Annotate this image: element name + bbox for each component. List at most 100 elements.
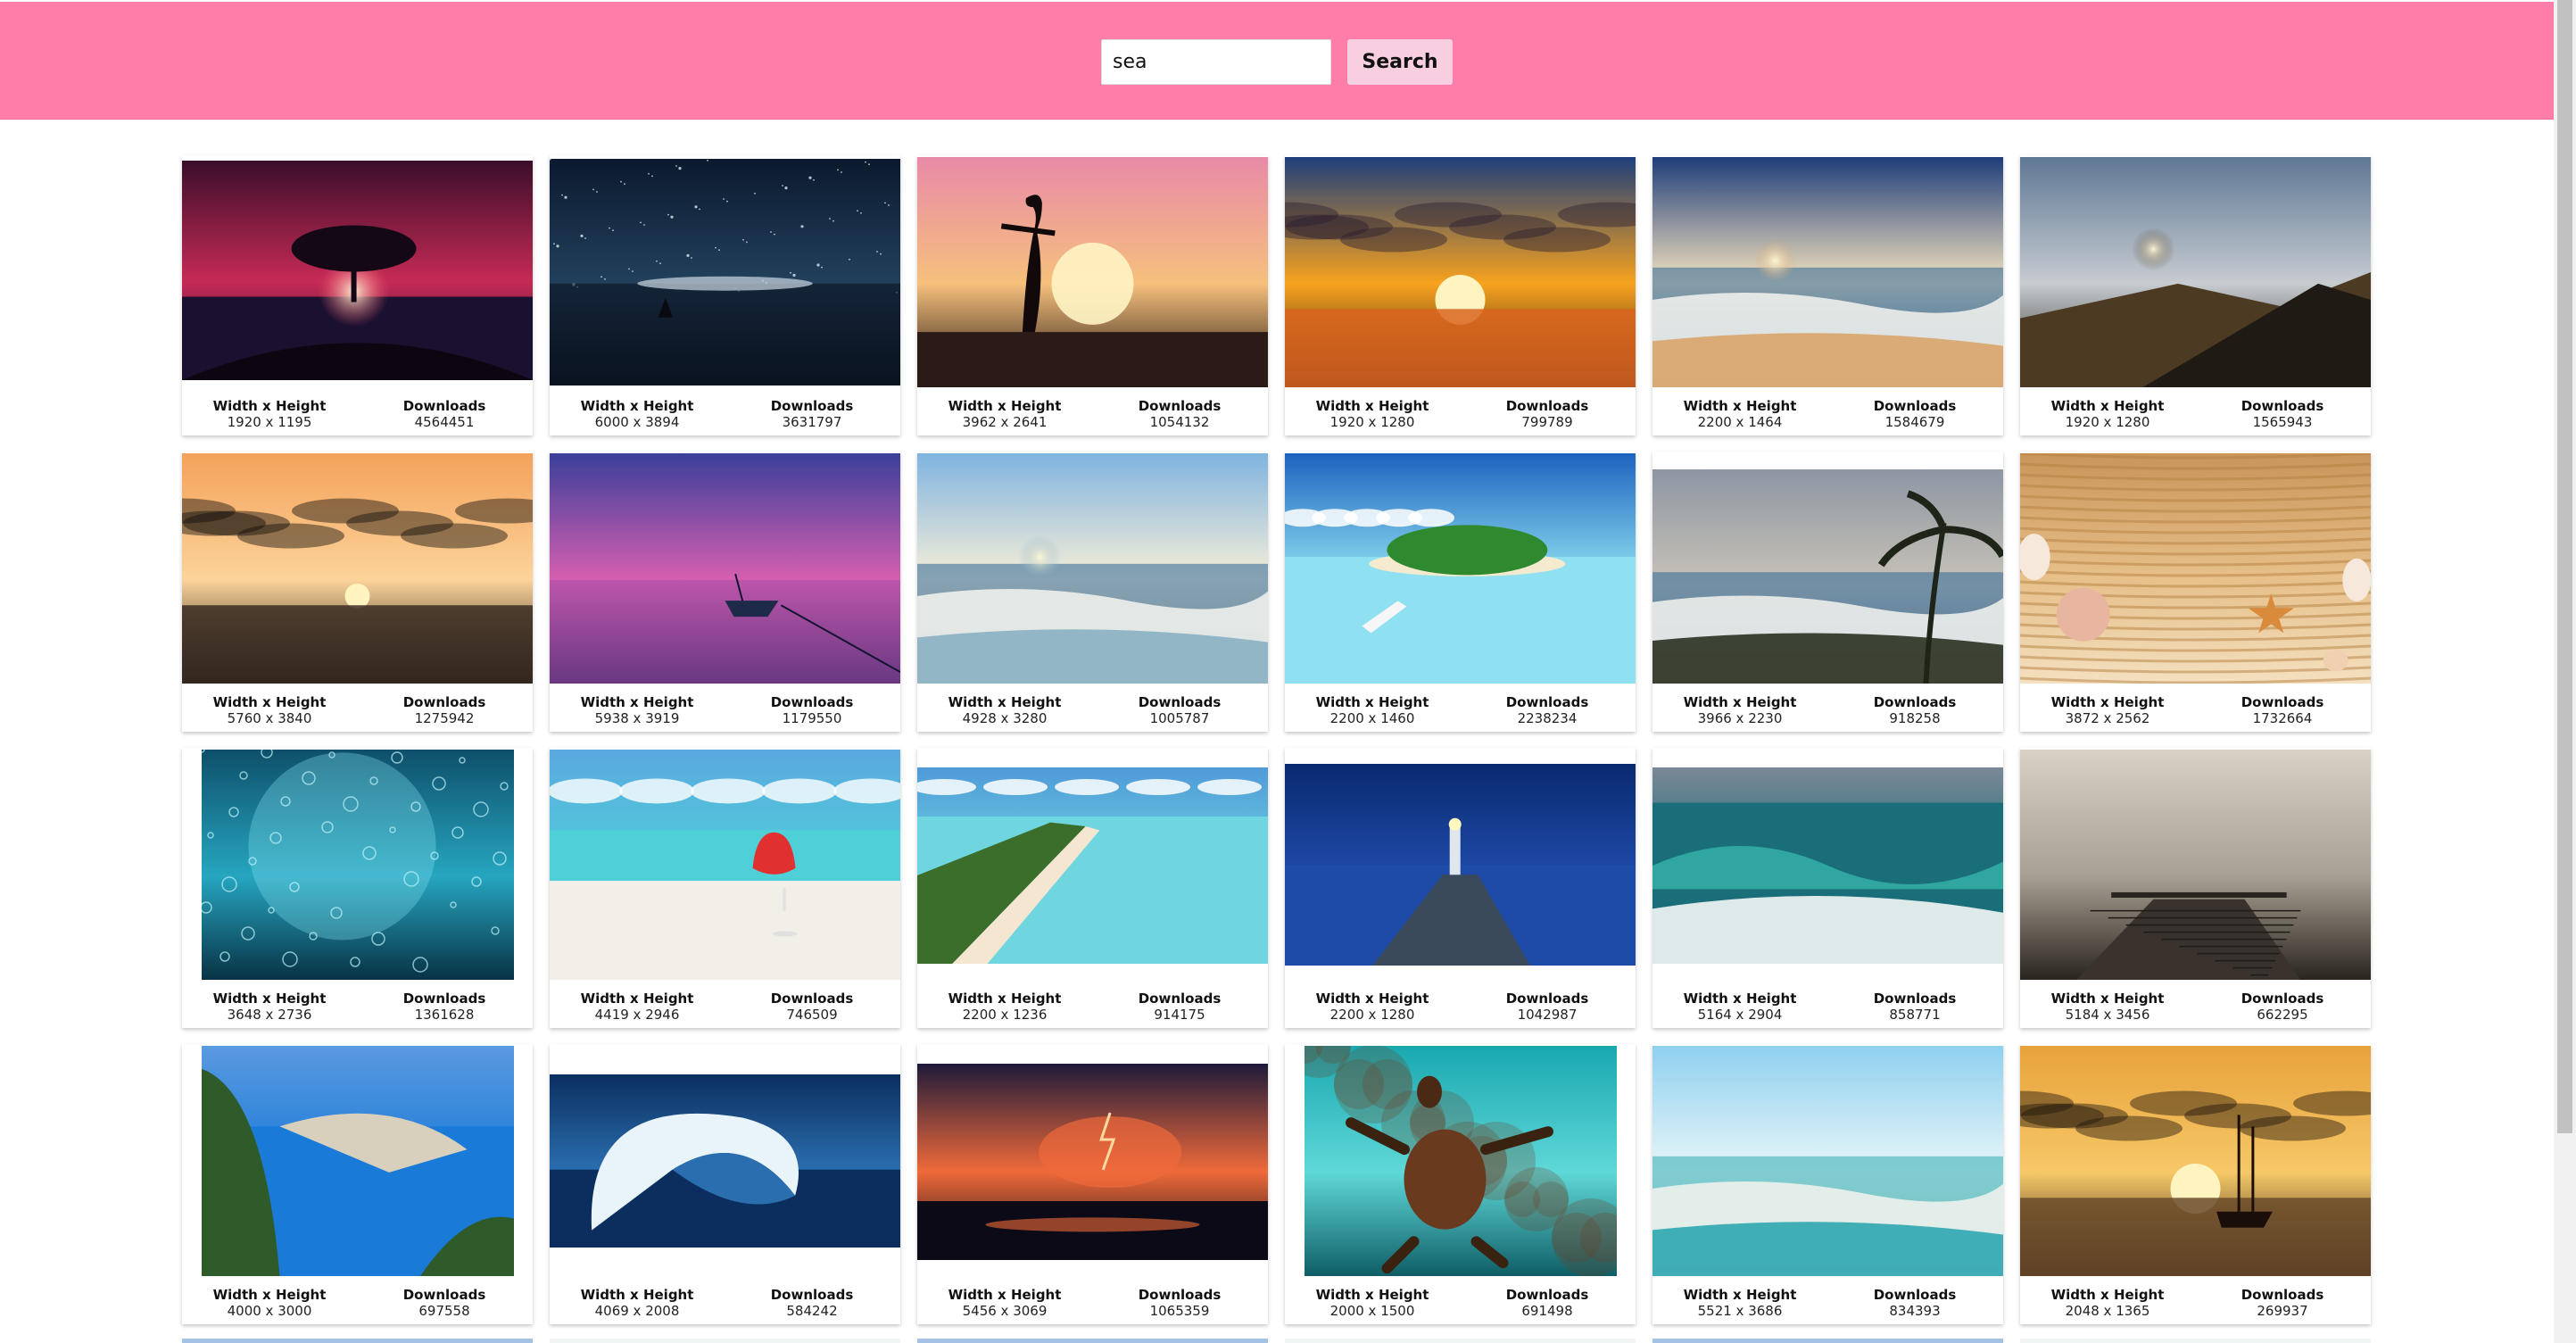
image-card[interactable]: Width x Height 2048 x 1365 Downloads 269… bbox=[2020, 1044, 2371, 1324]
card-image[interactable] bbox=[2020, 157, 2371, 387]
image-card[interactable]: Width x Height 2200 x 1236 Downloads 914… bbox=[917, 748, 1268, 1028]
image-card[interactable]: Width x Height 2200 x 1460 Downloads 223… bbox=[1285, 452, 1636, 732]
downloads-label: Downloads bbox=[1873, 991, 1957, 1007]
card-info: Width x Height 3962 x 2641 Downloads 105… bbox=[917, 393, 1268, 435]
image-card[interactable]: Width x Height 5456 x 3069 Downloads 106… bbox=[917, 1044, 1268, 1324]
size-label: Width x Height bbox=[580, 991, 694, 1007]
image-card[interactable]: Width x Height 2200 x 1280 Downloads 104… bbox=[1285, 748, 1636, 1028]
card-image[interactable] bbox=[182, 453, 533, 684]
next-row-card-edge[interactable] bbox=[182, 1339, 533, 1343]
card-info: Width x Height 2200 x 1464 Downloads 158… bbox=[1652, 393, 2003, 435]
size-column: Width x Height 3872 x 2562 bbox=[2020, 694, 2195, 726]
card-image[interactable] bbox=[550, 159, 900, 385]
card-image[interactable] bbox=[2020, 453, 2371, 684]
downloads-column: Downloads 1584679 bbox=[1827, 398, 2002, 430]
size-label: Width x Height bbox=[2050, 694, 2165, 710]
card-image[interactable] bbox=[202, 750, 514, 980]
image-card[interactable]: Width x Height 6000 x 3894 Downloads 363… bbox=[550, 155, 900, 435]
search-input[interactable] bbox=[1101, 39, 1331, 85]
card-image[interactable] bbox=[1285, 157, 1636, 387]
card-image[interactable] bbox=[1285, 764, 1636, 966]
image-card[interactable]: Width x Height 2000 x 1500 Downloads 691… bbox=[1285, 1044, 1636, 1324]
downloads-column: Downloads 1065359 bbox=[1092, 1287, 1267, 1319]
downloads-value: 799789 bbox=[1521, 414, 1573, 430]
card-image[interactable] bbox=[2020, 750, 2371, 980]
card-info: Width x Height 5456 x 3069 Downloads 106… bbox=[917, 1281, 1268, 1324]
image-card[interactable]: Width x Height 1920 x 1280 Downloads 156… bbox=[2020, 155, 2371, 435]
next-row-card-edge[interactable] bbox=[917, 1339, 1268, 1343]
downloads-column: Downloads 1005787 bbox=[1092, 694, 1267, 726]
size-value: 2200 x 1236 bbox=[962, 1007, 1048, 1023]
image-card[interactable]: Width x Height 4069 x 2008 Downloads 584… bbox=[550, 1044, 900, 1324]
downloads-label: Downloads bbox=[1505, 694, 1589, 710]
size-value: 1920 x 1280 bbox=[2065, 414, 2150, 430]
card-image[interactable] bbox=[550, 1074, 900, 1248]
scrollbar[interactable] bbox=[2554, 0, 2576, 1343]
downloads-column: Downloads 697558 bbox=[357, 1287, 532, 1319]
downloads-label: Downloads bbox=[2241, 991, 2324, 1007]
image-card[interactable]: Width x Height 5760 x 3840 Downloads 127… bbox=[182, 452, 533, 732]
next-row-card-edge[interactable] bbox=[2020, 1339, 2371, 1343]
size-label: Width x Height bbox=[212, 398, 327, 414]
size-value: 5760 x 3840 bbox=[227, 710, 312, 726]
image-card[interactable]: Width x Height 5521 x 3686 Downloads 834… bbox=[1652, 1044, 2003, 1324]
card-image[interactable] bbox=[1652, 767, 2003, 964]
image-card[interactable]: Width x Height 3966 x 2230 Downloads 918… bbox=[1652, 452, 2003, 732]
size-value: 4419 x 2946 bbox=[594, 1007, 680, 1023]
card-image[interactable] bbox=[1305, 1046, 1617, 1276]
card-info: Width x Height 5164 x 2904 Downloads 858… bbox=[1652, 985, 2003, 1028]
downloads-column: Downloads 584242 bbox=[725, 1287, 899, 1319]
card-image[interactable] bbox=[1652, 469, 2003, 684]
image-card[interactable]: Width x Height 4000 x 3000 Downloads 697… bbox=[182, 1044, 533, 1324]
downloads-label: Downloads bbox=[770, 1287, 854, 1303]
next-row-card-edge[interactable] bbox=[1652, 1339, 2003, 1343]
downloads-value: 746509 bbox=[786, 1007, 838, 1023]
downloads-column: Downloads 1275942 bbox=[357, 694, 532, 726]
image-card[interactable]: Width x Height 5938 x 3919 Downloads 117… bbox=[550, 452, 900, 732]
image-card[interactable]: Width x Height 5184 x 3456 Downloads 662… bbox=[2020, 748, 2371, 1028]
card-image[interactable] bbox=[917, 767, 1268, 964]
search-button[interactable]: Search bbox=[1347, 39, 1453, 85]
downloads-value: 662295 bbox=[2257, 1007, 2308, 1023]
downloads-column: Downloads 1042987 bbox=[1460, 991, 1635, 1023]
card-image[interactable] bbox=[550, 750, 900, 980]
downloads-label: Downloads bbox=[2241, 398, 2324, 414]
image-card[interactable]: Width x Height 4928 x 3280 Downloads 100… bbox=[917, 452, 1268, 732]
card-image[interactable] bbox=[202, 1046, 514, 1276]
image-card[interactable]: Width x Height 3962 x 2641 Downloads 105… bbox=[917, 155, 1268, 435]
card-image[interactable] bbox=[2020, 1046, 2371, 1276]
next-row-card-edge[interactable] bbox=[550, 1339, 900, 1343]
image-card[interactable]: Width x Height 4419 x 2946 Downloads 746… bbox=[550, 748, 900, 1028]
card-info: Width x Height 4000 x 3000 Downloads 697… bbox=[182, 1281, 533, 1324]
size-label: Width x Height bbox=[2050, 991, 2165, 1007]
card-info: Width x Height 1920 x 1280 Downloads 799… bbox=[1285, 393, 1636, 435]
card-info: Width x Height 4419 x 2946 Downloads 746… bbox=[550, 985, 900, 1028]
card-image[interactable] bbox=[917, 1064, 1268, 1260]
card-image[interactable] bbox=[1652, 157, 2003, 387]
scrollbar-thumb[interactable] bbox=[2557, 0, 2572, 1133]
size-value: 5521 x 3686 bbox=[1697, 1303, 1783, 1319]
image-card[interactable]: Width x Height 3648 x 2736 Downloads 136… bbox=[182, 748, 533, 1028]
card-image[interactable] bbox=[1285, 453, 1636, 684]
size-label: Width x Height bbox=[212, 1287, 327, 1303]
image-card[interactable]: Width x Height 3872 x 2562 Downloads 173… bbox=[2020, 452, 2371, 732]
size-column: Width x Height 5760 x 3840 bbox=[182, 694, 357, 726]
image-card[interactable]: Width x Height 1920 x 1280 Downloads 799… bbox=[1285, 155, 1636, 435]
downloads-label: Downloads bbox=[402, 694, 486, 710]
size-column: Width x Height 4419 x 2946 bbox=[550, 991, 725, 1023]
card-image[interactable] bbox=[917, 453, 1268, 684]
size-value: 5184 x 3456 bbox=[2065, 1007, 2150, 1023]
downloads-column: Downloads 662295 bbox=[2195, 991, 2370, 1023]
card-info: Width x Height 6000 x 3894 Downloads 363… bbox=[550, 393, 900, 435]
card-image[interactable] bbox=[917, 157, 1268, 387]
image-card[interactable]: Width x Height 2200 x 1464 Downloads 158… bbox=[1652, 155, 2003, 435]
card-image[interactable] bbox=[1652, 1046, 2003, 1276]
downloads-label: Downloads bbox=[1138, 1287, 1222, 1303]
card-image[interactable] bbox=[182, 161, 533, 380]
image-card[interactable]: Width x Height 1920 x 1195 Downloads 456… bbox=[182, 155, 533, 435]
downloads-value: 269937 bbox=[2257, 1303, 2308, 1319]
next-row-card-edge[interactable] bbox=[1285, 1339, 1636, 1343]
card-image[interactable] bbox=[550, 453, 900, 684]
image-card[interactable]: Width x Height 5164 x 2904 Downloads 858… bbox=[1652, 748, 2003, 1028]
size-label: Width x Height bbox=[948, 398, 1062, 414]
